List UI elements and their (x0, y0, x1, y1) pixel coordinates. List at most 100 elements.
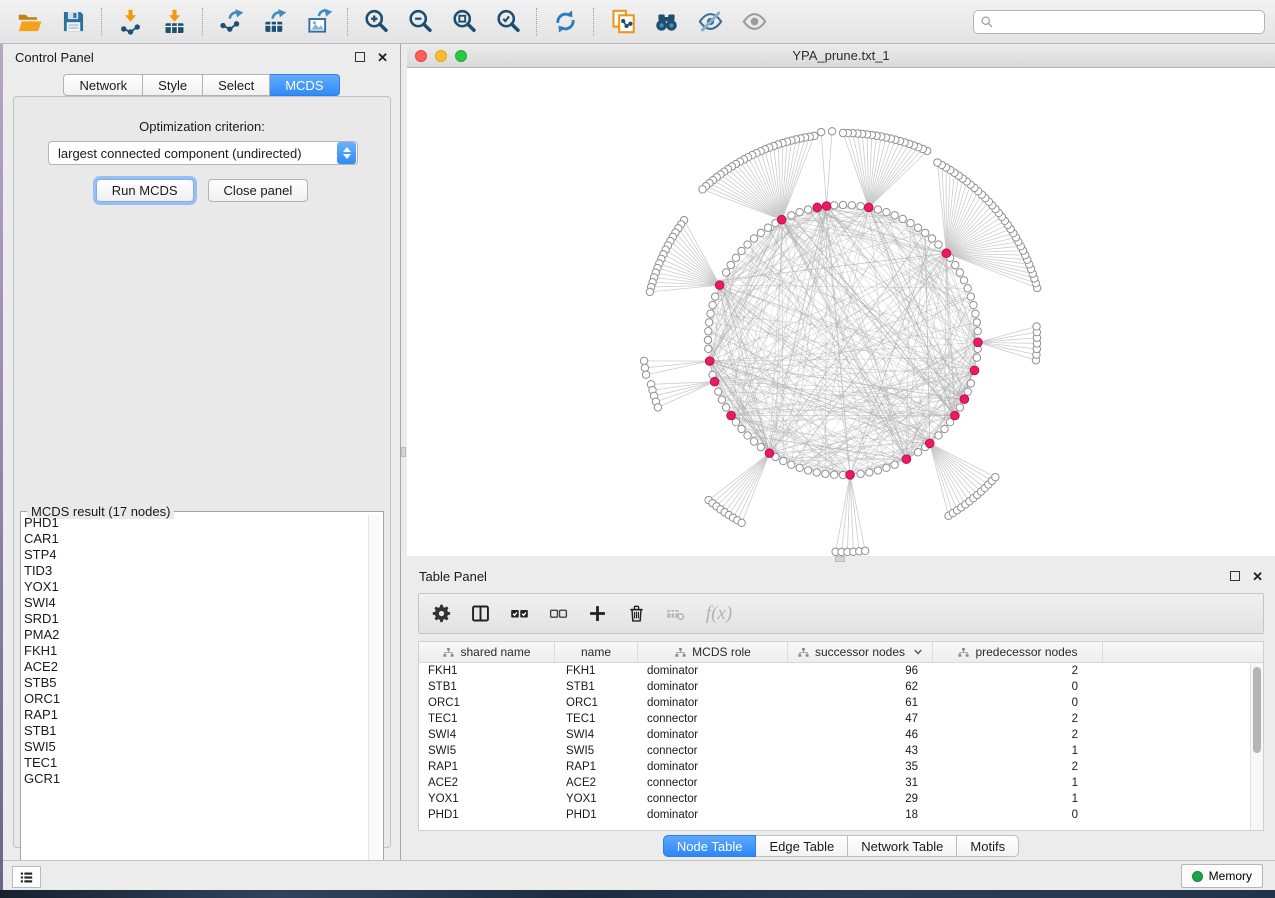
table-cell[interactable]: dominator (638, 663, 788, 679)
criterion-select[interactable]: largest connected component (undirected) (48, 141, 358, 165)
table-cell[interactable]: dominator (638, 807, 788, 823)
graph-ring-node[interactable] (928, 235, 935, 242)
table-cell[interactable]: dominator (638, 727, 788, 743)
graph-ring-node[interactable] (956, 404, 963, 411)
graph-mcds-node[interactable] (822, 202, 831, 211)
graph-ring-node[interactable] (709, 301, 716, 308)
graph-ring-node[interactable] (973, 319, 980, 326)
graph-ring-node[interactable] (715, 388, 722, 395)
graph-ring-node[interactable] (788, 461, 795, 468)
table-cell[interactable]: 2 (933, 711, 1090, 727)
graph-ring-node[interactable] (813, 469, 820, 476)
table-row[interactable]: YOX1YOX1connector291 (419, 791, 1250, 807)
graph-ring-node[interactable] (964, 388, 971, 395)
mcds-result-item[interactable]: STB5 (24, 675, 367, 691)
table-cell[interactable]: TEC1 (419, 711, 555, 727)
table-cell[interactable]: connector (638, 791, 788, 807)
graph-ring-node[interactable] (883, 464, 890, 471)
graph-ring-node[interactable] (822, 470, 829, 477)
graph-leaf-node[interactable] (654, 404, 661, 411)
table-cell[interactable]: 2 (933, 663, 1090, 679)
graph-leaf-node[interactable] (839, 129, 846, 136)
graph-ring-node[interactable] (780, 457, 787, 464)
table-cell[interactable]: ORC1 (419, 695, 555, 711)
table-row[interactable]: PHD1PHD1dominator180 (419, 807, 1250, 823)
graph-ring-node[interactable] (738, 247, 745, 254)
table-cell[interactable]: SWI4 (555, 727, 638, 743)
graph-mcds-node[interactable] (710, 377, 719, 386)
graph-ring-node[interactable] (705, 345, 712, 352)
table-cell[interactable]: YOX1 (419, 791, 555, 807)
table-cell[interactable]: connector (638, 711, 788, 727)
table-cell[interactable]: PHD1 (555, 807, 638, 823)
table-scrollbar[interactable] (1250, 663, 1263, 830)
graph-leaf-node[interactable] (934, 159, 941, 166)
table-row[interactable]: ACE2ACE2connector311 (419, 775, 1250, 791)
graph-ring-node[interactable] (848, 202, 855, 209)
mcds-result-item[interactable]: PHD1 (24, 515, 367, 531)
graph-ring-node[interactable] (914, 224, 921, 231)
mcds-result-item[interactable]: FKH1 (24, 643, 367, 659)
graph-ring-node[interactable] (722, 269, 729, 276)
graph-ring-node[interactable] (705, 327, 712, 334)
graph-ring-node[interactable] (899, 215, 906, 222)
graph-mcds-node[interactable] (970, 366, 979, 375)
graph-leaf-node[interactable] (646, 288, 653, 295)
graph-leaf-node[interactable] (828, 128, 835, 135)
mcds-result-item[interactable]: PMA2 (24, 627, 367, 643)
graph-ring-node[interactable] (744, 241, 751, 248)
tab-node-table[interactable]: Node Table (663, 835, 757, 857)
table-cell[interactable]: 31 (788, 775, 933, 791)
tab-edge-table[interactable]: Edge Table (756, 835, 848, 857)
mcds-result-item[interactable]: STB1 (24, 723, 367, 739)
mcds-result-item[interactable]: SWI5 (24, 739, 367, 755)
tab-network[interactable]: Network (63, 74, 143, 96)
graph-ring-node[interactable] (941, 425, 948, 432)
table-cell[interactable]: SWI5 (419, 743, 555, 759)
graph-leaf-node[interactable] (1033, 323, 1040, 330)
graph-leaf-node[interactable] (817, 128, 824, 135)
mcds-result-item[interactable]: TEC1 (24, 755, 367, 771)
graph-mcds-node[interactable] (942, 249, 951, 258)
graph-ring-node[interactable] (830, 202, 837, 209)
network-from-selection-button[interactable] (603, 5, 641, 39)
save-button[interactable] (54, 5, 92, 39)
graph-ring-node[interactable] (744, 432, 751, 439)
graph-ring-node[interactable] (973, 354, 980, 361)
graph-ring-node[interactable] (970, 301, 977, 308)
table-cell[interactable]: connector (638, 775, 788, 791)
mcds-result-item[interactable]: SRD1 (24, 611, 367, 627)
graph-ring-node[interactable] (788, 212, 795, 219)
horizontal-splitter[interactable] (407, 556, 1275, 563)
graph-mcds-node[interactable] (864, 203, 873, 212)
table-cell[interactable]: RAP1 (419, 759, 555, 775)
import-network-button[interactable] (111, 5, 149, 39)
table-cell[interactable]: 2 (933, 759, 1090, 775)
column-header-MCDS-role[interactable]: MCDS role (638, 642, 788, 662)
graph-leaf-node[interactable] (642, 371, 649, 378)
table-cell[interactable]: SWI4 (419, 727, 555, 743)
toggle-columns-button[interactable] (468, 602, 492, 626)
graph-leaf-node[interactable] (699, 186, 706, 193)
table-cell[interactable]: 47 (788, 711, 933, 727)
table-cell[interactable]: 35 (788, 759, 933, 775)
graph-ring-node[interactable] (952, 261, 959, 268)
table-cell[interactable]: 62 (788, 679, 933, 695)
graph-mcds-node[interactable] (715, 281, 724, 290)
table-cell[interactable]: PHD1 (419, 807, 555, 823)
graph-ring-node[interactable] (907, 219, 914, 226)
tab-network-table[interactable]: Network Table (848, 835, 957, 857)
mcds-result-item[interactable]: GCR1 (24, 771, 367, 787)
graph-mcds-node[interactable] (846, 471, 855, 480)
table-cell[interactable]: 1 (933, 743, 1090, 759)
export-network-button[interactable] (212, 5, 250, 39)
table-row[interactable]: SWI5SWI5connector431 (419, 743, 1250, 759)
table-cell[interactable]: STB1 (419, 679, 555, 695)
graph-mcds-node[interactable] (951, 411, 960, 420)
table-cell[interactable]: 18 (788, 807, 933, 823)
table-body[interactable]: FKH1FKH1dominator962STB1STB1dominator620… (419, 663, 1250, 830)
graph-ring-node[interactable] (974, 327, 981, 334)
graph-mcds-node[interactable] (974, 338, 983, 347)
mcds-result-item[interactable]: ACE2 (24, 659, 367, 675)
table-cell[interactable]: STB1 (555, 679, 638, 695)
